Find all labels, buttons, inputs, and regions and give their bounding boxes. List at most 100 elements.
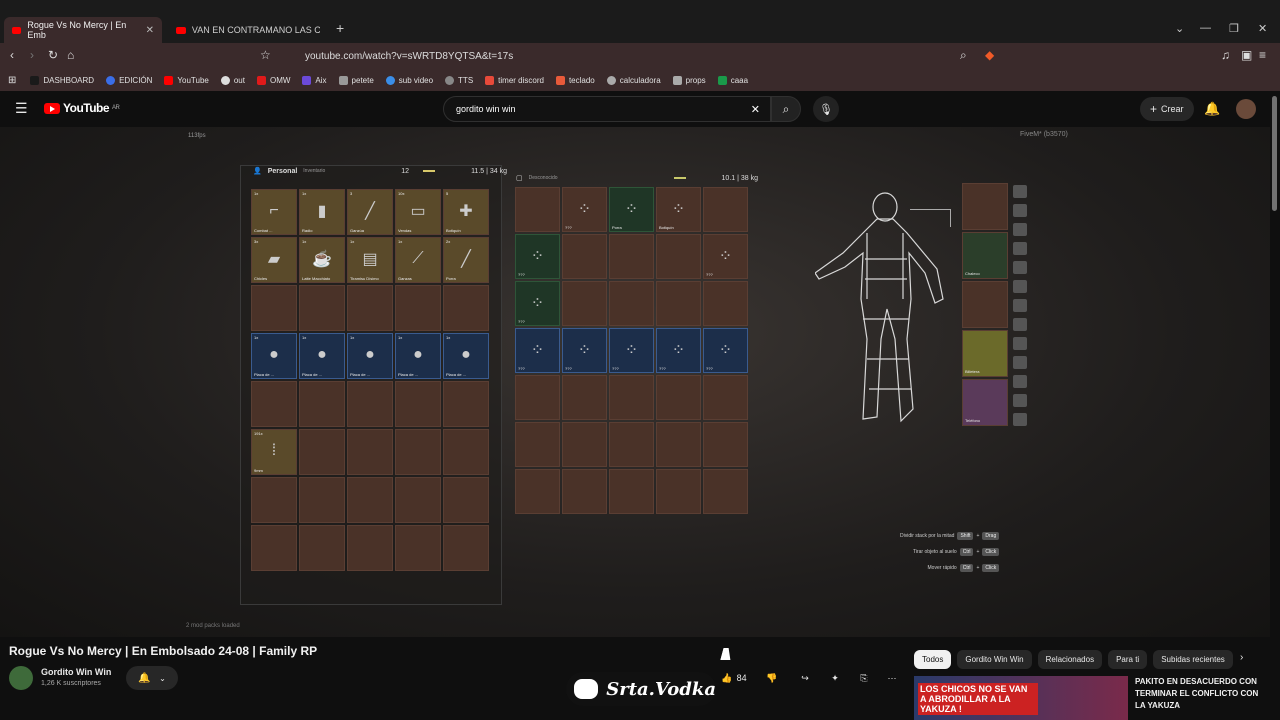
inventory-item[interactable]: 1x ● Placa de ... xyxy=(299,333,345,379)
empty-slot[interactable] xyxy=(251,525,297,571)
bookmark-item[interactable]: calculadora xyxy=(606,75,661,85)
equipment-slot-vest[interactable]: Chaleco xyxy=(962,232,1008,279)
inventory-item[interactable]: 5 ✚ Botiquín xyxy=(443,189,489,235)
sidebar-icon[interactable]: ▣ xyxy=(1241,48,1252,62)
ground-slot[interactable] xyxy=(656,234,701,279)
share-button[interactable]: ↪ xyxy=(793,666,817,690)
empty-slot[interactable] xyxy=(299,525,345,571)
equipment-slot-phone[interactable]: Teléfono xyxy=(962,379,1008,426)
ground-slot[interactable] xyxy=(562,375,607,420)
inventory-item[interactable]: 1x ▤ Tiramisu Dísimo xyxy=(347,237,393,283)
ground-slot[interactable] xyxy=(515,375,560,420)
inventory-item[interactable]: 1x ▮ Radio xyxy=(299,189,345,235)
glasses-icon[interactable] xyxy=(1013,223,1027,236)
bookmark-item[interactable]: petete xyxy=(338,75,374,85)
ground-slot[interactable]: ⁘??? xyxy=(656,328,701,373)
create-button[interactable]: + Crear xyxy=(1140,97,1194,121)
forward-icon[interactable]: › xyxy=(30,48,34,62)
empty-slot[interactable] xyxy=(347,477,393,523)
inventory-item[interactable]: 1x ● Placa de ... xyxy=(443,333,489,379)
ground-slot[interactable]: ⁘??? xyxy=(609,328,654,373)
ground-slot[interactable] xyxy=(562,234,607,279)
video-player[interactable]: 113fps FiveM* (b3570) 👤 Personal Inventa… xyxy=(0,127,1270,637)
empty-slot[interactable] xyxy=(251,381,297,427)
empty-slot[interactable] xyxy=(443,429,489,475)
ground-slot[interactable] xyxy=(515,469,560,514)
chip-channel[interactable]: Gordito Win Win xyxy=(957,650,1032,669)
menu-icon[interactable]: ≡ xyxy=(1259,48,1266,62)
inventory-item[interactable]: 1x ☕ Latte Macchiato xyxy=(299,237,345,283)
notifications-bell-icon[interactable]: 🔔 xyxy=(1204,101,1220,117)
bookmark-star-icon[interactable]: ☆ xyxy=(260,48,271,62)
trash-icon[interactable] xyxy=(1013,413,1027,426)
ground-slot[interactable] xyxy=(703,375,748,420)
inventory-item[interactable]: 191x ⁞ 9mm xyxy=(251,429,297,475)
apps-grid-icon[interactable]: ⊞ xyxy=(8,75,16,86)
media-icon[interactable]: ♫ xyxy=(1221,48,1230,62)
vest-icon[interactable] xyxy=(1013,261,1027,274)
empty-slot[interactable] xyxy=(347,429,393,475)
inventory-item[interactable]: 3 ╱ Ganzúa xyxy=(347,189,393,235)
empty-slot[interactable] xyxy=(443,525,489,571)
search-input[interactable]: gordito win win ✕ xyxy=(443,96,771,122)
ground-slot[interactable]: ⁘??? xyxy=(515,328,560,373)
ground-slot[interactable]: ⁘ Porra xyxy=(609,187,654,232)
search-button[interactable]: ⌕ xyxy=(771,96,801,122)
home-icon[interactable]: ⌂ xyxy=(67,48,74,62)
bracelet-icon[interactable] xyxy=(1013,337,1027,350)
tab-search-icon[interactable]: ⌄ xyxy=(1175,22,1184,35)
bookmark-item[interactable]: Aix xyxy=(302,75,327,85)
empty-slot[interactable] xyxy=(251,477,297,523)
ground-slot[interactable] xyxy=(609,234,654,279)
empty-slot[interactable] xyxy=(299,429,345,475)
empty-slot[interactable] xyxy=(395,381,441,427)
more-actions-button[interactable]: ⋯ xyxy=(880,666,904,690)
ask-button[interactable]: ✦ xyxy=(823,666,847,690)
empty-slot[interactable] xyxy=(395,429,441,475)
close-tab-icon[interactable]: ✕ xyxy=(146,25,154,36)
chip-recent[interactable]: Subidas recientes xyxy=(1153,650,1233,669)
empty-slot[interactable] xyxy=(443,285,489,331)
dislike-button[interactable]: 👎 xyxy=(760,666,784,690)
reload-icon[interactable]: ↻ xyxy=(48,48,58,62)
ground-slot[interactable] xyxy=(703,422,748,467)
ground-slot[interactable] xyxy=(609,375,654,420)
empty-slot[interactable] xyxy=(395,525,441,571)
ground-slot[interactable]: ⁘ Botiquín xyxy=(656,187,701,232)
empty-slot[interactable] xyxy=(299,285,345,331)
mask-icon[interactable] xyxy=(1013,185,1027,198)
watch-icon[interactable] xyxy=(1013,318,1027,331)
hat-icon[interactable] xyxy=(1013,204,1027,217)
bookmark-item[interactable]: out xyxy=(220,75,245,85)
empty-slot[interactable] xyxy=(443,477,489,523)
empty-slot[interactable] xyxy=(443,381,489,427)
inventory-item[interactable]: 2x ╱ Porra xyxy=(443,237,489,283)
inventory-item[interactable]: 1x ● Placa de ... xyxy=(347,333,393,379)
bookmark-item[interactable]: props xyxy=(672,75,706,85)
gloves-icon[interactable] xyxy=(1013,356,1027,369)
shirt-icon[interactable] xyxy=(1013,299,1027,312)
ground-slot[interactable]: ⁘??? xyxy=(703,328,748,373)
recommended-video-title[interactable]: PAKITO EN DESACUERDO CON TERMINAR EL CON… xyxy=(1135,676,1265,720)
inventory-item[interactable]: 3x ▰ Chicles xyxy=(251,237,297,283)
ground-slot[interactable]: ⁘??? xyxy=(515,234,560,279)
chip-for-you[interactable]: Para ti xyxy=(1108,650,1148,669)
bookmark-item[interactable]: EDICIÓN xyxy=(106,75,152,85)
ground-slot[interactable] xyxy=(562,422,607,467)
ground-slot[interactable] xyxy=(656,375,701,420)
inventory-item[interactable]: 1x ⟋ Ganzas xyxy=(395,237,441,283)
subscription-notifications-button[interactable]: 🔔 ⌄ xyxy=(126,666,178,690)
voice-search-button[interactable]: 🎙 xyxy=(813,96,839,122)
inventory-item[interactable]: 1x ● Placa de ... xyxy=(395,333,441,379)
bookmark-item[interactable]: sub video xyxy=(385,75,433,85)
ground-slot[interactable] xyxy=(703,281,748,326)
ground-slot[interactable] xyxy=(703,469,748,514)
equipment-slot-wallet[interactable]: Billetera xyxy=(962,330,1008,377)
empty-slot[interactable] xyxy=(395,477,441,523)
back-icon[interactable]: ‹ xyxy=(10,48,14,62)
bookmark-item[interactable]: teclado xyxy=(555,75,595,85)
ground-slot[interactable]: ⁘??? xyxy=(562,187,607,232)
url-field[interactable]: youtube.com/watch?v=sWRTD8YQTSA&t=17s xyxy=(280,46,1000,66)
ground-slot[interactable] xyxy=(656,422,701,467)
hamburger-menu-icon[interactable]: ☰ xyxy=(15,100,28,117)
